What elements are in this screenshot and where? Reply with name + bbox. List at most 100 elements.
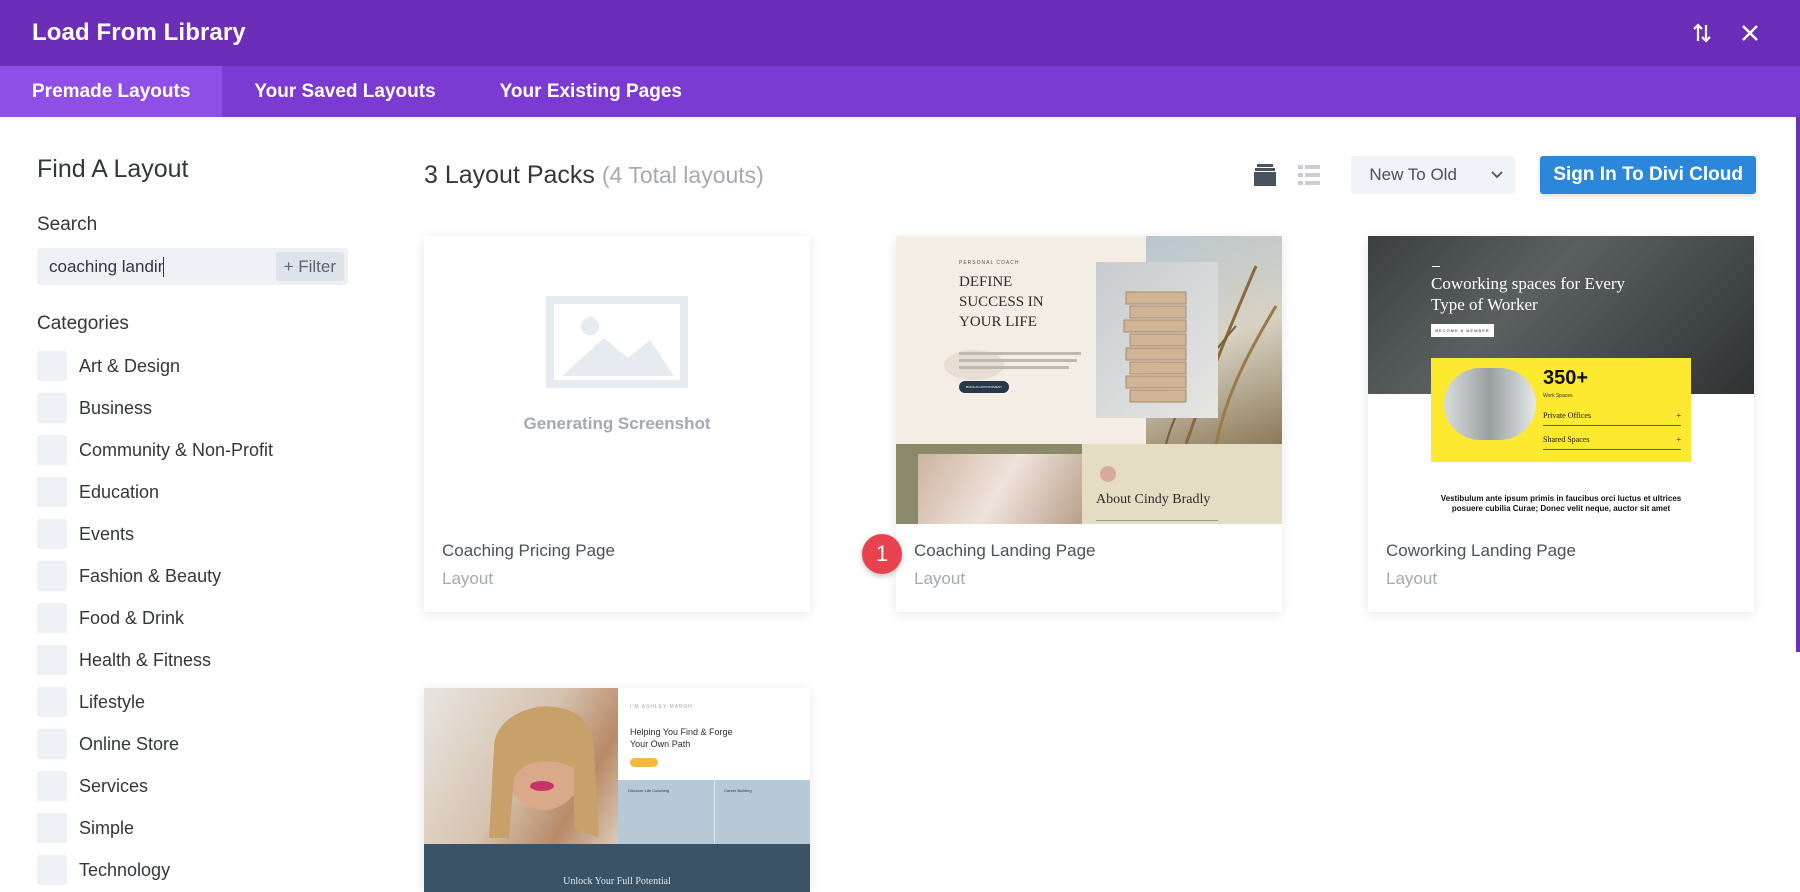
category-food-drink[interactable]: Food & Drink: [37, 597, 357, 639]
layout-card-life-coach[interactable]: I'M ASHLEY MARSH Helping You Find & Forg…: [424, 688, 810, 892]
total-layouts: (4 Total layouts): [601, 161, 764, 188]
category-checkbox[interactable]: [37, 393, 67, 423]
thumb-stat: 350+: [1543, 367, 1589, 389]
modal-title: Load From Library: [32, 19, 246, 46]
category-fashion-beauty[interactable]: Fashion & Beauty: [37, 555, 357, 597]
close-button[interactable]: [1732, 15, 1768, 51]
sidebar-heading: Find A Layout: [37, 155, 189, 183]
category-label: Lifestyle: [79, 691, 146, 712]
thumb-stat-label: Work Spaces: [1543, 393, 1573, 399]
layout-type: Layout: [442, 569, 494, 588]
category-events[interactable]: Events: [37, 513, 357, 555]
tab-your-saved-layouts[interactable]: Your Saved Layouts: [222, 66, 467, 117]
annotation-badge: 1: [862, 534, 902, 574]
chevron-down-icon: [1491, 171, 1503, 179]
layout-type: Layout: [914, 569, 966, 588]
list-view-button[interactable]: [1293, 159, 1325, 191]
category-education[interactable]: Education: [37, 471, 357, 513]
category-checkbox[interactable]: [37, 771, 67, 801]
category-checkbox[interactable]: [37, 729, 67, 759]
scrollbar[interactable]: [1796, 117, 1800, 652]
sort-arrows-icon: [1693, 23, 1711, 43]
category-checkbox[interactable]: [37, 645, 67, 675]
layout-card-coaching-landing[interactable]: PERSONAL COACH DEFINE SUCCESS IN YOUR LI…: [896, 236, 1282, 612]
thumb-headline: Helping You Find & Forge Your Own Path: [630, 727, 733, 749]
category-services[interactable]: Services: [37, 765, 357, 807]
filter-button[interactable]: + Filter: [275, 252, 344, 281]
layout-thumbnail: PERSONAL COACH DEFINE SUCCESS IN YOUR LI…: [896, 236, 1282, 524]
category-label: Fashion & Beauty: [79, 565, 222, 586]
category-business[interactable]: Business: [37, 387, 357, 429]
layout-name: Coaching Landing Page: [914, 541, 1096, 560]
category-technology[interactable]: Technology: [37, 849, 357, 891]
layout-thumbnail: Coworking spaces for Every Type of Worke…: [1368, 236, 1754, 524]
category-label: Services: [79, 775, 149, 796]
search-value[interactable]: coaching landing page: [49, 256, 164, 277]
thumb-eyebrow: I'M ASHLEY MARSH: [630, 704, 693, 710]
tab-your-existing-pages[interactable]: Your Existing Pages: [468, 66, 714, 117]
grid-view-button[interactable]: [1249, 159, 1281, 191]
thumb-col1: Discover Life Coaching: [628, 788, 670, 793]
category-list: Art & Design Business Community & Non-Pr…: [37, 345, 357, 891]
layout-card-coworking-landing[interactable]: Coworking spaces for Every Type of Worke…: [1368, 236, 1754, 612]
layout-thumbnail: I'M ASHLEY MARSH Helping You Find & Forg…: [424, 688, 810, 892]
category-label: Events: [79, 523, 135, 544]
thumb-cta: BOOK AN APPOINTMENT: [959, 381, 1009, 393]
category-community[interactable]: Community & Non-Profit: [37, 429, 357, 471]
layout-name: Coworking Landing Page: [1386, 541, 1576, 560]
thumb-avatar: [1100, 466, 1116, 482]
category-label: Community & Non-Profit: [79, 439, 274, 460]
thumb-headline: Coworking spaces for Every Type of Worke…: [1431, 274, 1626, 314]
search-label: Search: [37, 214, 98, 235]
thumb-headline: DEFINE SUCCESS IN YOUR LIFE: [959, 274, 1044, 330]
sign-in-divi-cloud-button[interactable]: Sign In To Divi Cloud: [1540, 156, 1756, 194]
layout-type: Layout: [1386, 569, 1438, 588]
category-label: Online Store: [79, 733, 180, 754]
category-checkbox[interactable]: [37, 603, 67, 633]
category-label: Health & Fitness: [79, 649, 212, 670]
thumb-footer-text: Unlock Your Full Potential: [563, 876, 671, 887]
sort-select[interactable]: New To Old: [1351, 156, 1516, 194]
layout-card-coaching-pricing[interactable]: Generating Screenshot Coaching Pricing P…: [424, 236, 810, 612]
category-label: Technology: [79, 859, 171, 880]
thumb-item: Private Offices +: [1543, 411, 1681, 420]
category-lifestyle[interactable]: Lifestyle: [37, 681, 357, 723]
category-checkbox[interactable]: [37, 351, 67, 381]
thumb-eyebrow: PERSONAL COACH: [959, 260, 1020, 266]
close-icon: [1742, 25, 1758, 41]
thumb-desk-photo: [1444, 368, 1536, 440]
thumb-body-text: Vestibulum ante ipsum primis in faucibus…: [1440, 494, 1682, 513]
generating-screenshot-text: Generating Screenshot: [523, 414, 711, 433]
category-online-store[interactable]: Online Store: [37, 723, 357, 765]
category-label: Art & Design: [79, 355, 181, 376]
search-input[interactable]: coaching landing page + Filter: [37, 248, 348, 285]
list-view-icon: [1298, 165, 1321, 185]
category-checkbox[interactable]: [37, 561, 67, 591]
category-checkbox[interactable]: [37, 687, 67, 717]
results-header: 3 Layout Packs (4 Total layouts) New To …: [424, 152, 1756, 198]
category-label: Business: [79, 397, 153, 418]
layout-thumbnail: Generating Screenshot: [424, 236, 810, 524]
thumb-hands-photo: [918, 454, 1082, 524]
category-health-fitness[interactable]: Health & Fitness: [37, 639, 357, 681]
category-checkbox[interactable]: [37, 855, 67, 885]
category-label: Food & Drink: [79, 607, 185, 628]
category-label: Simple: [79, 817, 135, 838]
category-checkbox[interactable]: [37, 519, 67, 549]
thumb-jenga-blocks: [1123, 291, 1187, 403]
modal-header: Load From Library: [0, 0, 1800, 66]
thumb-cta: BECOME A MEMBER: [1431, 324, 1494, 337]
image-placeholder-icon: [546, 296, 688, 388]
layout-name: Coaching Pricing Page: [442, 541, 615, 560]
thumb-item: Shared Spaces +: [1543, 435, 1681, 444]
tab-premade-layouts[interactable]: Premade Layouts: [0, 66, 223, 117]
tab-bar: Premade Layouts Your Saved Layouts Your …: [0, 66, 1800, 117]
category-checkbox[interactable]: [37, 435, 67, 465]
category-checkbox[interactable]: [37, 813, 67, 843]
thumb-about-title: About Cindy Bradly: [1096, 492, 1211, 507]
category-checkbox[interactable]: [37, 477, 67, 507]
category-art-design[interactable]: Art & Design: [37, 345, 357, 387]
results-count: 3 Layout Packs (4 Total layouts): [424, 161, 764, 190]
sort-toggle-button[interactable]: [1684, 15, 1720, 51]
category-simple[interactable]: Simple: [37, 807, 357, 849]
